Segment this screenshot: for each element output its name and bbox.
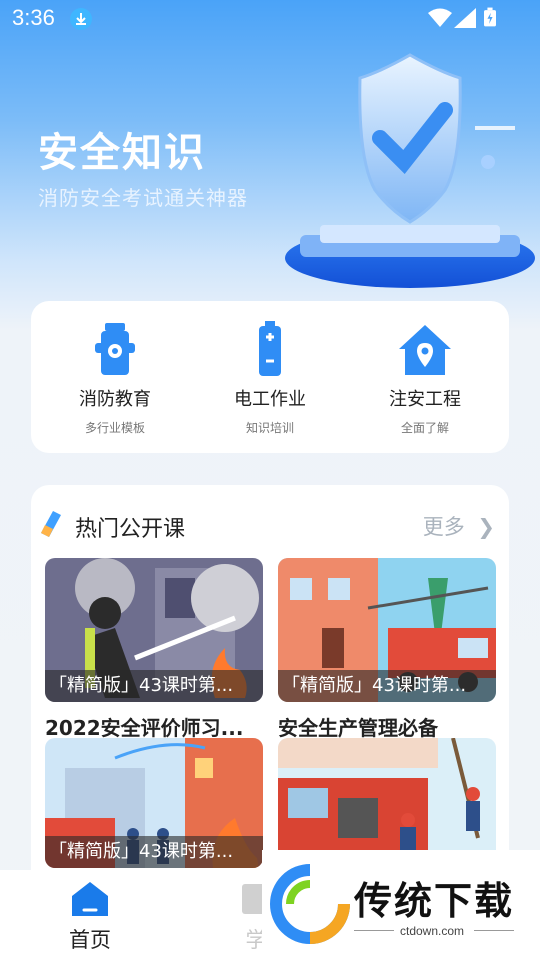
wifi-icon bbox=[428, 8, 452, 27]
hero-title: 安全知识 bbox=[38, 130, 206, 176]
chevron-right-icon: ❯ bbox=[477, 515, 495, 539]
watermark-url: ctdown.com bbox=[400, 924, 465, 938]
feather-icon bbox=[41, 511, 61, 537]
tab-label: 首页 bbox=[69, 928, 111, 952]
course-caption: 「精简版」43课时第... bbox=[45, 836, 263, 868]
watermark-brand: 传统下载 bbox=[354, 879, 515, 923]
course-thumbnail bbox=[278, 738, 496, 868]
signal-icon bbox=[454, 8, 476, 28]
download-icon bbox=[70, 8, 92, 30]
quick-link-label: 注安工程 bbox=[389, 389, 461, 410]
course-caption: 「精简版」43课时第... bbox=[278, 670, 496, 702]
quick-link-desc: 全面了解 bbox=[400, 421, 449, 435]
quick-link-label: 电工作业 bbox=[234, 389, 306, 410]
course-thumbnail: 「精简版」43课时第... bbox=[278, 558, 496, 702]
brand-logo-icon bbox=[270, 864, 350, 944]
course-card-1[interactable]: 「精简版」43课时第... 2022安全评价师习... bbox=[45, 558, 263, 741]
course-title: 安全生产管理必备 bbox=[278, 716, 438, 740]
fire-hydrant-icon bbox=[95, 323, 135, 375]
more-link[interactable]: 更多 ❯ bbox=[423, 511, 495, 541]
course-card-4[interactable] bbox=[278, 738, 496, 868]
quick-links-card: 消防教育 多行业模板 电工作业 知识培训 注安工程 全面了解 bbox=[31, 301, 509, 453]
section-header: 热门公开课 更多 ❯ bbox=[31, 505, 509, 545]
quick-link-desc: 多行业模板 bbox=[84, 421, 145, 435]
fire-station-illustration bbox=[278, 738, 496, 868]
divider bbox=[474, 930, 514, 931]
battery-status-icon bbox=[484, 7, 496, 27]
course-card-3[interactable]: 「精简版」43课时第... bbox=[45, 738, 263, 868]
quick-link-electrician[interactable]: 电工作业 知识培训 bbox=[195, 321, 345, 436]
quick-link-label: 消防教育 bbox=[79, 389, 151, 410]
status-time: 3:36 bbox=[12, 5, 55, 30]
hero-subtitle: 消防安全考试通关神器 bbox=[38, 186, 248, 210]
quick-link-desc: 知识培训 bbox=[245, 421, 294, 435]
status-bar: 3:36 bbox=[0, 0, 540, 36]
more-label: 更多 bbox=[422, 515, 465, 539]
shield-check-illustration bbox=[285, 53, 535, 288]
course-thumbnail: 「精简版」43课时第... bbox=[45, 558, 263, 702]
section-title: 热门公开课 bbox=[75, 517, 186, 542]
tab-home[interactable]: 首页 bbox=[40, 880, 140, 954]
battery-icon bbox=[259, 321, 281, 376]
course-caption: 「精简版」43课时第... bbox=[45, 670, 263, 702]
course-title: 2022安全评价师习... bbox=[45, 716, 244, 740]
quick-link-fire-education[interactable]: 消防教育 多行业模板 bbox=[40, 321, 190, 436]
course-card-2[interactable]: 「精简版」43课时第... 安全生产管理必备 bbox=[278, 558, 496, 741]
course-thumbnail: 「精简版」43课时第... bbox=[45, 738, 263, 868]
home-icon bbox=[72, 882, 108, 916]
house-location-icon bbox=[399, 325, 451, 375]
quick-link-safety-engineering[interactable]: 注安工程 全面了解 bbox=[350, 321, 500, 436]
watermark: 传统下载 ctdown.com bbox=[262, 850, 540, 960]
divider bbox=[354, 930, 394, 931]
